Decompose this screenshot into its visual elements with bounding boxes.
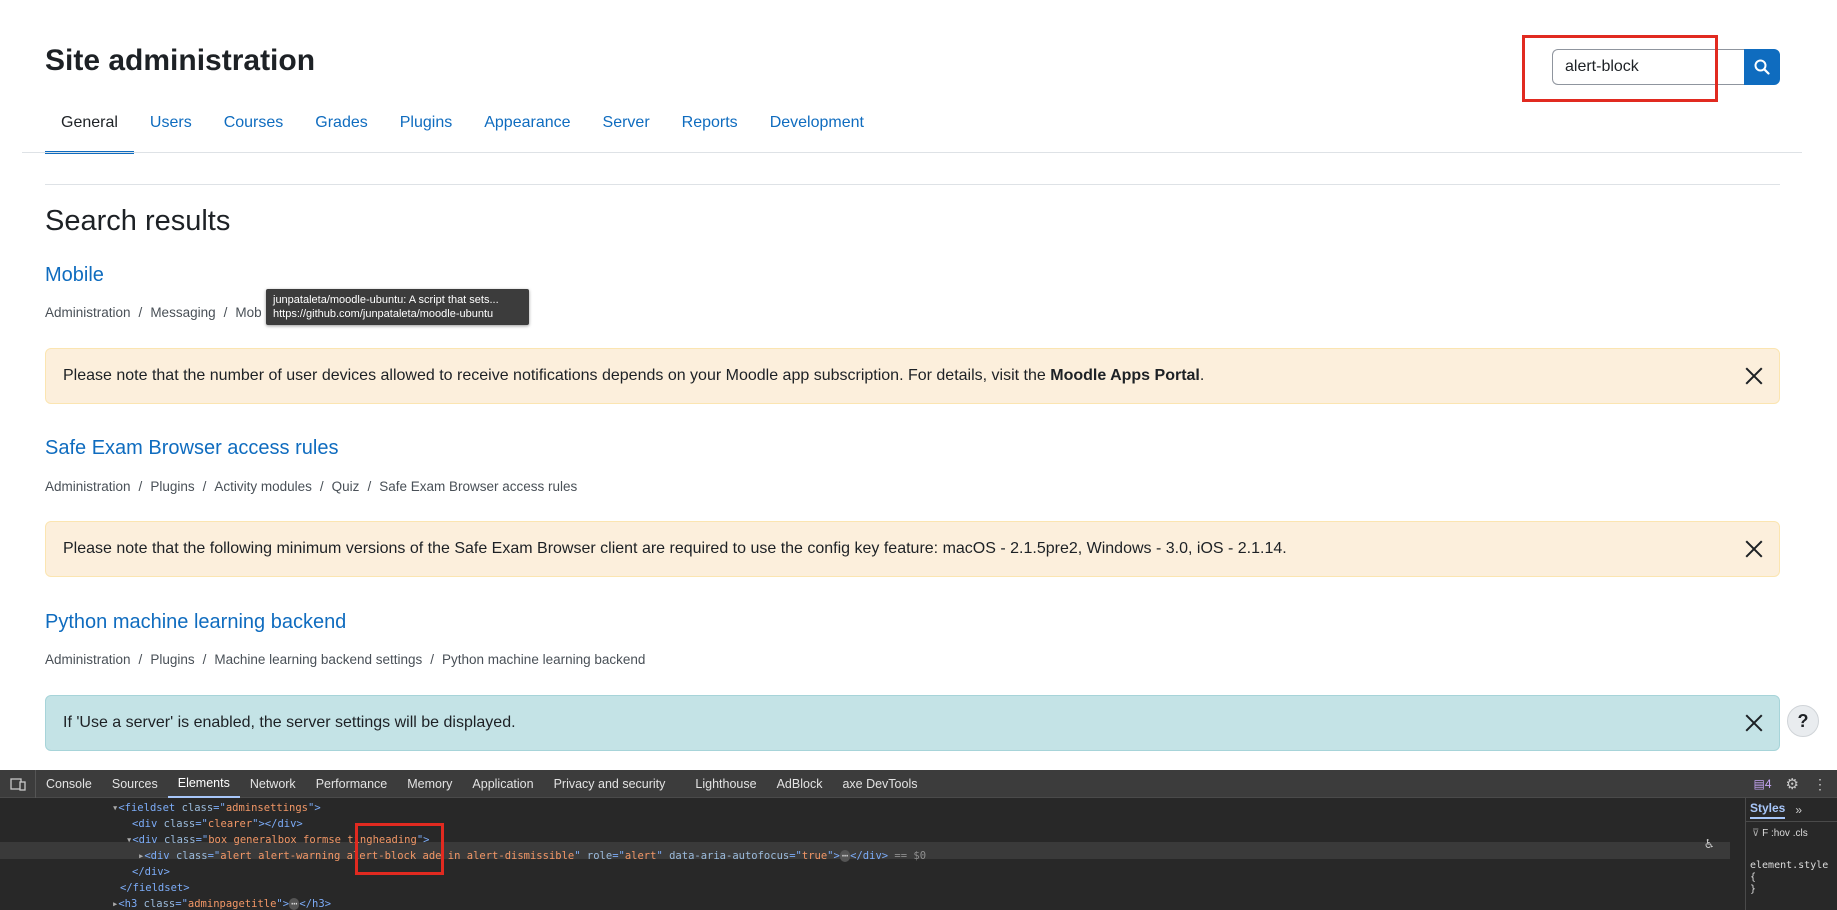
- breadcrumb-separator: /: [138, 305, 143, 320]
- search-button[interactable]: [1744, 49, 1780, 85]
- breadcrumb-item[interactable]: Administration: [45, 305, 131, 320]
- breadcrumb-separator: /: [430, 652, 435, 667]
- page-title: Site administration: [45, 44, 316, 77]
- devtools-toolbar-right: ▤4 ⚙ ⋮: [1754, 770, 1837, 798]
- alert-text: Please note that the number of user devi…: [63, 367, 1205, 384]
- search-icon: [1754, 59, 1770, 75]
- result-title-python-ml[interactable]: Python machine learning backend: [45, 611, 346, 634]
- devtools-panel: Console Sources Elements Network Perform…: [0, 769, 1837, 910]
- tab-appearance[interactable]: Appearance: [468, 108, 586, 152]
- devtools-tab-lighthouse[interactable]: Lighthouse: [675, 770, 766, 798]
- more-icon[interactable]: ⋮: [1813, 776, 1827, 793]
- tab-courses[interactable]: Courses: [208, 108, 300, 152]
- devtools-tabbar: Console Sources Elements Network Perform…: [0, 769, 1837, 798]
- devtools-tab-sources[interactable]: Sources: [102, 770, 168, 798]
- tab-server[interactable]: Server: [587, 108, 666, 152]
- tooltip-title: junpataleta/moodle-ubuntu: A script that…: [273, 294, 499, 306]
- styles-tab[interactable]: Styles: [1750, 801, 1786, 819]
- moodle-apps-portal-link[interactable]: Moodle Apps Portal: [1050, 367, 1200, 384]
- breadcrumb-item[interactable]: Activity modules: [214, 479, 312, 494]
- divider: [45, 184, 1780, 185]
- issues-icon: ▤: [1753, 777, 1765, 791]
- breadcrumb-item[interactable]: Plugins: [150, 479, 194, 494]
- element-style-rule[interactable]: element.style { }: [1750, 860, 1836, 896]
- filter-input[interactable]: F: [1762, 828, 1768, 839]
- accessibility-icon[interactable]: ♿: [1705, 836, 1713, 852]
- device-toggle-icon[interactable]: [0, 769, 36, 798]
- breadcrumb-item[interactable]: Messaging: [150, 305, 215, 320]
- breadcrumb-item[interactable]: Python machine learning backend: [442, 652, 645, 667]
- devtools-tab-memory[interactable]: Memory: [397, 770, 462, 798]
- tree-node-div-alert[interactable]: ▸<div class="alert alert-warning alert-b…: [138, 848, 926, 864]
- breadcrumb-separator: /: [202, 479, 207, 494]
- tree-node-h3[interactable]: ▸<h3 class="adminpagetitle"> ⋯ </h3>: [112, 896, 331, 910]
- close-icon[interactable]: [1743, 712, 1765, 734]
- styles-filter-bar: ⊽ F :hov .cls: [1752, 828, 1808, 839]
- issues-badge[interactable]: ▤4: [1754, 777, 1772, 791]
- devtools-tab-privacy[interactable]: Privacy and security: [544, 770, 676, 798]
- ellipsis-icon[interactable]: ⋯: [839, 850, 851, 862]
- breadcrumb-item[interactable]: Plugins: [150, 652, 194, 667]
- styles-pane: Styles » ⊽ F :hov .cls element.style { }: [1745, 798, 1837, 910]
- tab-grades[interactable]: Grades: [299, 108, 383, 152]
- alert-text: Please note that the following minimum v…: [63, 540, 1287, 557]
- tabs-divider: [22, 152, 1802, 153]
- filter-icon: ⊽: [1752, 828, 1760, 839]
- search-results-heading: Search results: [45, 205, 231, 237]
- breadcrumb-separator: /: [223, 305, 228, 320]
- tree-node-close-div[interactable]: </div>: [132, 864, 170, 880]
- highlight-box-alert-block: [355, 823, 444, 875]
- alert-warning-mobile: Please note that the number of user devi…: [45, 348, 1780, 404]
- tree-node-close-fieldset[interactable]: </fieldset>: [120, 880, 190, 896]
- result-title-mobile[interactable]: Mobile: [45, 264, 104, 287]
- devtools-tab-axe[interactable]: axe DevTools: [832, 770, 927, 798]
- breadcrumb-item[interactable]: Administration: [45, 479, 131, 494]
- link-tooltip: junpataleta/moodle-ubuntu: A script that…: [266, 289, 529, 325]
- result-title-seb[interactable]: Safe Exam Browser access rules: [45, 437, 338, 460]
- help-button[interactable]: ?: [1787, 705, 1819, 737]
- alert-text: If 'Use a server' is enabled, the server…: [63, 714, 516, 731]
- breadcrumb-item[interactable]: Administration: [45, 652, 131, 667]
- breadcrumb-separator: /: [202, 652, 207, 667]
- breadcrumb: Administration / Plugins / Machine learnin…: [45, 652, 645, 667]
- close-icon[interactable]: [1743, 365, 1765, 387]
- breadcrumb: Administration / Messaging / Mob: [45, 305, 262, 320]
- tab-development[interactable]: Development: [754, 108, 880, 152]
- breadcrumb-separator: /: [319, 479, 324, 494]
- admin-tabs: General Users Courses Grades Plugins App…: [45, 108, 880, 154]
- devtools-tab-adblock[interactable]: AdBlock: [767, 770, 833, 798]
- breadcrumb-item[interactable]: Mob: [235, 305, 261, 320]
- tab-plugins[interactable]: Plugins: [384, 108, 468, 152]
- highlight-box-search: [1522, 35, 1718, 102]
- devtools-tab-console[interactable]: Console: [36, 770, 102, 798]
- breadcrumb-item[interactable]: Machine learning backend settings: [214, 652, 422, 667]
- tree-node-div-clearer[interactable]: <div class="clearer"></div>: [132, 816, 303, 832]
- issues-count: 4: [1764, 777, 1772, 791]
- breadcrumb: Administration / Plugins / Activity module…: [45, 479, 577, 494]
- breadcrumb-item[interactable]: Safe Exam Browser access rules: [379, 479, 577, 494]
- close-icon[interactable]: [1743, 538, 1765, 560]
- gear-icon[interactable]: ⚙: [1786, 775, 1799, 793]
- breadcrumb-item[interactable]: Quiz: [332, 479, 360, 494]
- chevron-right-icon[interactable]: »: [1795, 803, 1802, 817]
- breadcrumb-separator: /: [138, 652, 143, 667]
- devtools-tab-elements[interactable]: Elements: [167, 770, 240, 798]
- alert-warning-seb: Please note that the following minimum v…: [45, 521, 1780, 577]
- devtools-tab-application[interactable]: Application: [462, 770, 543, 798]
- tab-general[interactable]: General: [45, 108, 134, 154]
- tab-reports[interactable]: Reports: [666, 108, 754, 152]
- ellipsis-icon[interactable]: ⋯: [289, 898, 300, 910]
- devtools-tab-network[interactable]: Network: [240, 770, 306, 798]
- page: Site administration General Users Course…: [0, 0, 1837, 910]
- tab-users[interactable]: Users: [134, 108, 208, 152]
- tooltip-url: https://github.com/junpataleta/moodle-ub…: [273, 308, 494, 320]
- cls-button[interactable]: .cls: [1793, 828, 1808, 839]
- tree-node-fieldset[interactable]: ▾<fieldset class="adminsettings">: [112, 800, 321, 816]
- alert-info-python-ml: If 'Use a server' is enabled, the server…: [45, 695, 1780, 751]
- hov-button[interactable]: :hov: [1771, 828, 1790, 839]
- devtools-tab-performance[interactable]: Performance: [306, 770, 398, 798]
- breadcrumb-separator: /: [367, 479, 372, 494]
- breadcrumb-separator: /: [138, 479, 143, 494]
- elements-tree: ▾<fieldset class="adminsettings"> <div c…: [0, 798, 1730, 910]
